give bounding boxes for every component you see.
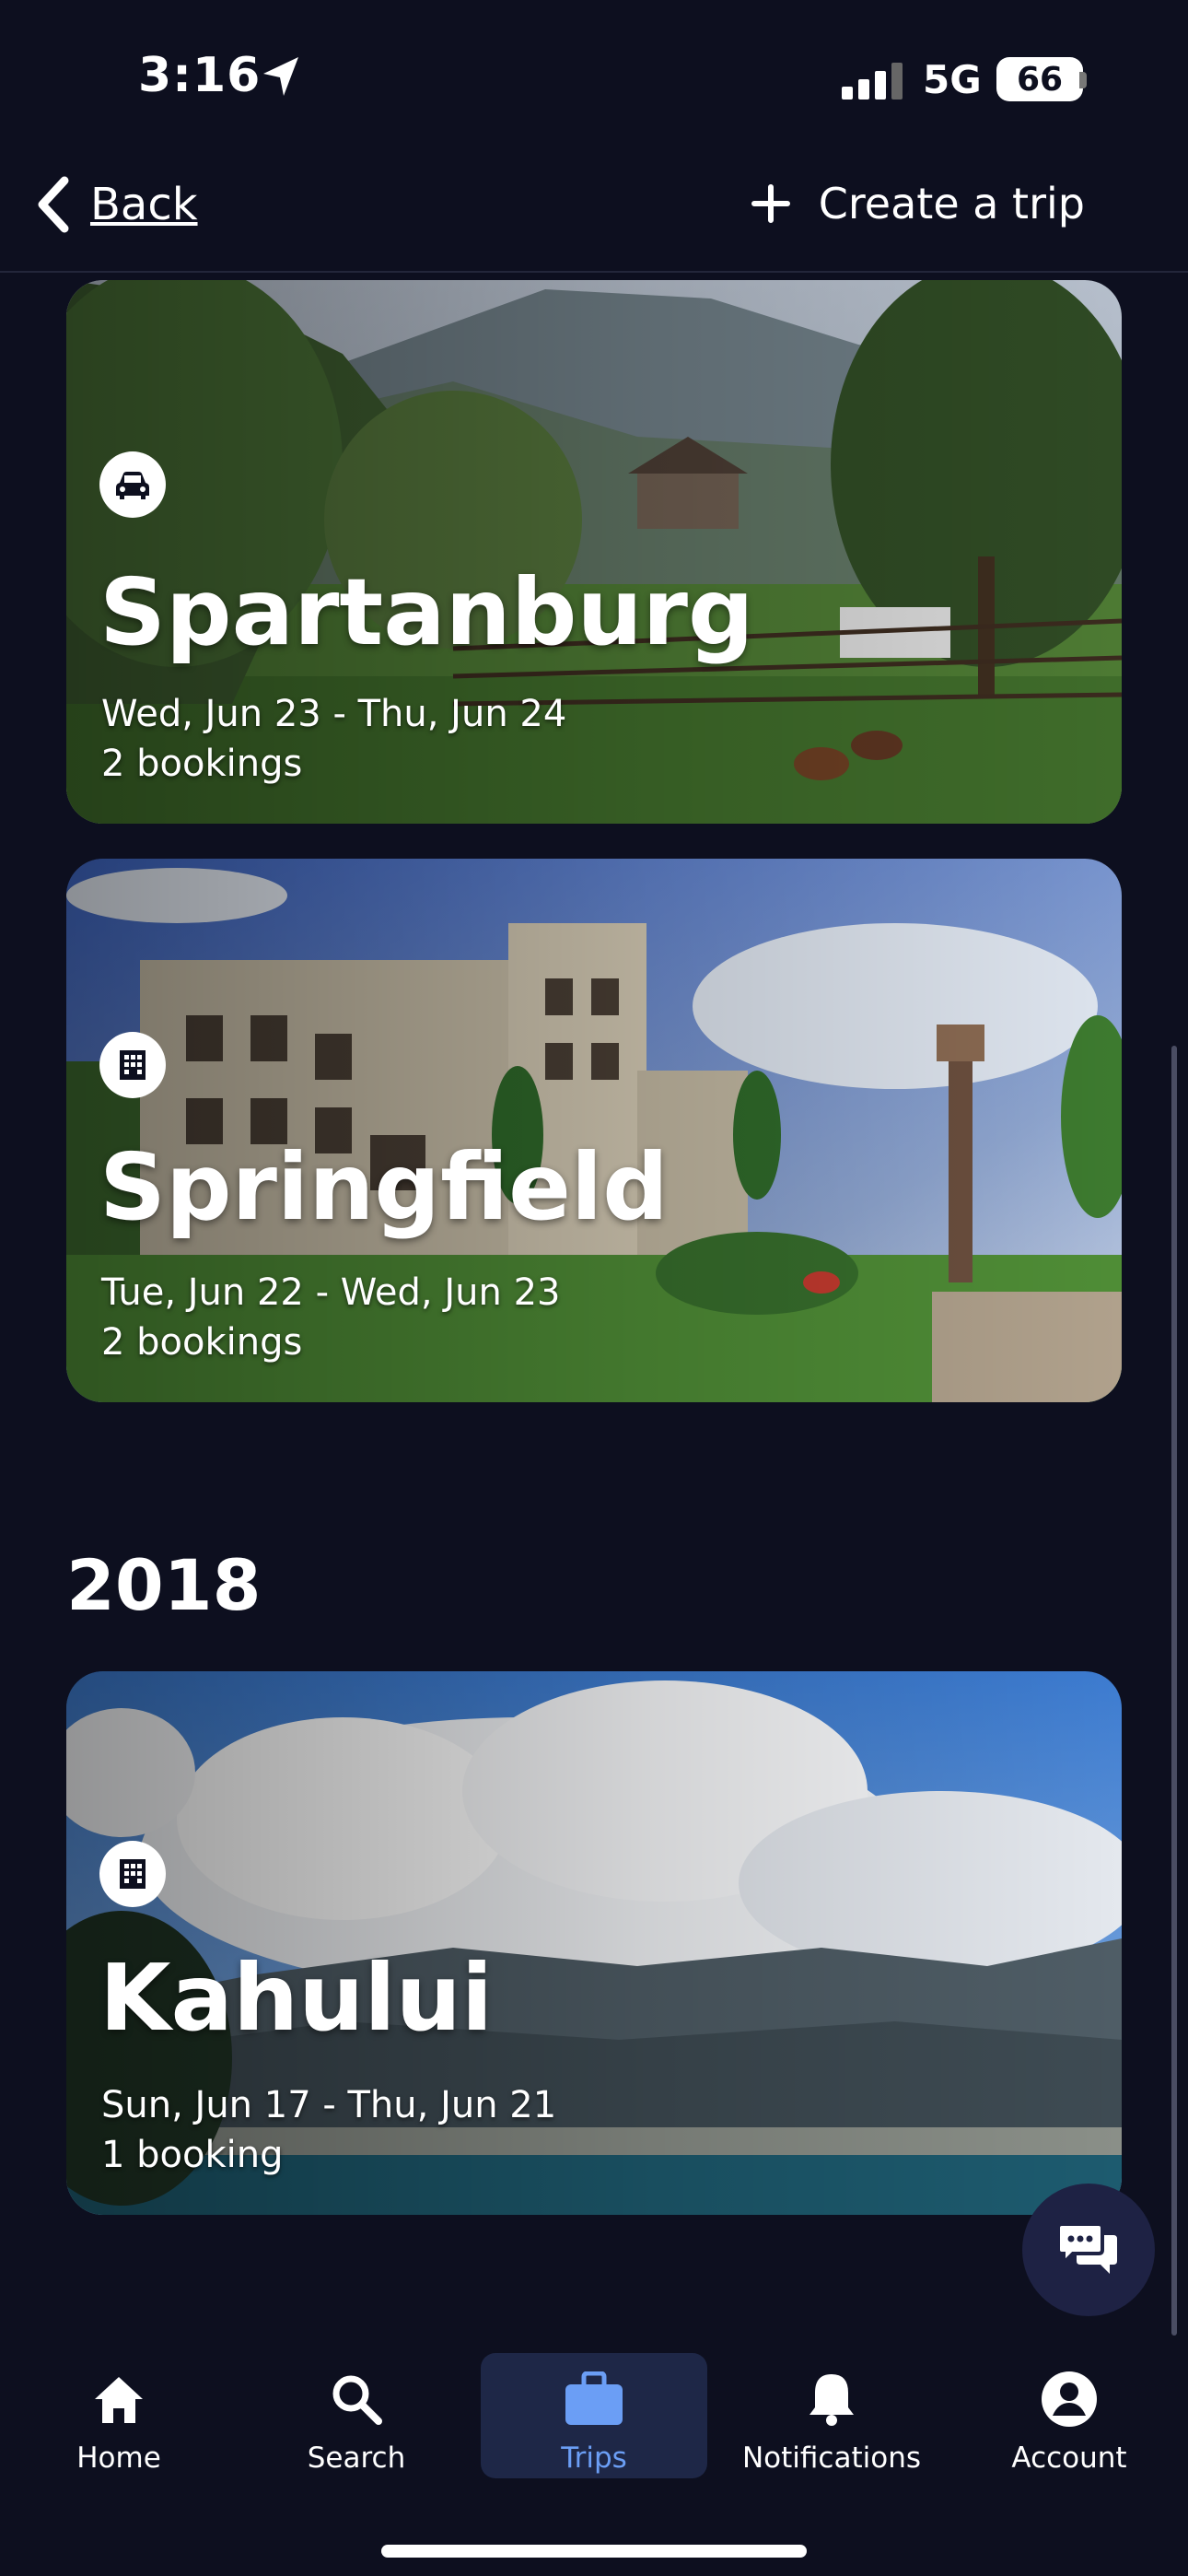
scroll-indicator[interactable]	[1171, 1046, 1177, 2336]
year-heading: 2018	[66, 1544, 262, 1626]
home-indicator	[381, 2545, 807, 2558]
trip-city: Spartanburg	[99, 558, 754, 666]
trip-city: Kahului	[99, 1944, 494, 2052]
network-type: 5G	[923, 57, 982, 102]
location-arrow-icon	[263, 57, 298, 96]
battery-level: 66	[1016, 60, 1064, 99]
tab-trips[interactable]: Trips	[481, 2353, 707, 2478]
tab-account[interactable]: Account	[956, 2353, 1182, 2478]
hotel-icon	[99, 1841, 166, 1907]
briefcase-icon	[564, 2364, 624, 2434]
tab-label: Search	[307, 2441, 406, 2475]
trip-card-spartanburg[interactable]: Spartanburg Wed, Jun 23 - Thu, Jun 24 2 …	[66, 280, 1122, 824]
search-icon	[329, 2364, 384, 2434]
bell-icon	[806, 2364, 857, 2434]
home-icon	[91, 2364, 146, 2434]
battery-tip	[1079, 72, 1087, 88]
status-bar: 3:16 5G 66	[0, 0, 1188, 157]
trip-city: Springfield	[99, 1133, 669, 1241]
car-icon	[99, 451, 166, 518]
chevron-left-icon	[38, 176, 69, 233]
trip-dates: Sun, Jun 17 - Thu, Jun 21	[101, 2084, 557, 2126]
trip-dates: Tue, Jun 22 - Wed, Jun 23	[101, 1271, 561, 1314]
back-button[interactable]: Back	[35, 175, 198, 234]
tab-home[interactable]: Home	[6, 2353, 232, 2478]
tab-bar: Home Search Trips Notifications Account	[0, 2340, 1188, 2576]
chat-bubbles-icon	[1056, 2222, 1117, 2274]
battery-icon: 66	[996, 57, 1083, 101]
trip-card-springfield[interactable]: Springfield Tue, Jun 22 - Wed, Jun 23 2 …	[66, 859, 1122, 1402]
trip-bookings: 2 bookings	[101, 743, 303, 785]
plus-icon	[751, 184, 790, 223]
tab-label: Trips	[561, 2441, 627, 2475]
tab-label: Home	[76, 2441, 161, 2475]
trip-card-kahului[interactable]: Kahului Sun, Jun 17 - Thu, Jun 21 1 book…	[66, 1671, 1122, 2215]
tab-label: Account	[1011, 2441, 1127, 2475]
trip-dates: Wed, Jun 23 - Thu, Jun 24	[101, 693, 567, 735]
account-icon	[1040, 2364, 1099, 2434]
chat-button[interactable]	[1022, 2184, 1155, 2316]
tab-search[interactable]: Search	[243, 2353, 470, 2478]
nav-header: Back Create a trip	[0, 157, 1188, 273]
back-label: Back	[90, 179, 198, 230]
hotel-icon	[99, 1032, 166, 1098]
create-trip-label: Create a trip	[818, 179, 1085, 228]
trip-bookings: 1 booking	[101, 2134, 284, 2176]
signal-icon	[842, 63, 903, 100]
tab-notifications[interactable]: Notifications	[718, 2353, 945, 2478]
status-time: 3:16	[138, 48, 262, 103]
trip-bookings: 2 bookings	[101, 1321, 303, 1364]
create-trip-button[interactable]: Create a trip	[751, 179, 1085, 228]
tab-label: Notifications	[741, 2441, 922, 2475]
